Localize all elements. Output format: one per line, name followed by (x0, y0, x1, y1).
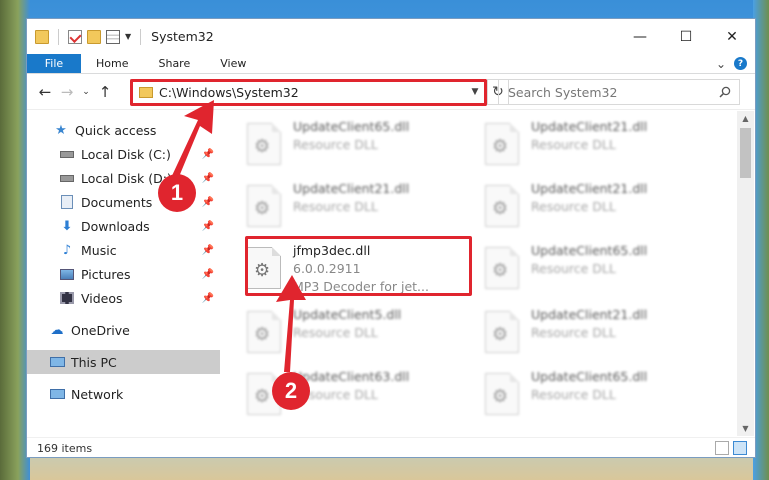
forward-button[interactable]: → (57, 80, 77, 104)
title-bar: ▼ System32 — ☐ ✕ (27, 19, 755, 54)
pin-icon[interactable]: 📌 (202, 245, 214, 256)
dll-file-icon: ⚙ (485, 123, 519, 165)
step-badge-1: 1 (158, 174, 196, 212)
documents-icon (59, 194, 75, 210)
maximize-button[interactable]: ☐ (663, 19, 709, 54)
sidebar-item-music[interactable]: ♪ Music 📌 (27, 238, 220, 262)
list-item[interactable]: ⚙ UpdateClient21.dll Resource DLL (485, 181, 705, 233)
back-button[interactable]: ← (35, 80, 55, 104)
pictures-icon (59, 266, 75, 282)
search-input[interactable]: Search System32 (498, 79, 740, 105)
network-icon (49, 386, 65, 402)
folder-icon (35, 29, 49, 44)
item-count: 169 items (37, 441, 93, 455)
tab-home[interactable]: Home (81, 54, 143, 73)
details-view-icon[interactable] (715, 441, 729, 455)
dll-file-icon: ⚙ (485, 185, 519, 227)
help-icon[interactable]: ? (734, 57, 747, 70)
search-placeholder: Search System32 (508, 84, 618, 100)
navigation-pane: ★ Quick access Local Disk (C:) 📌 Local D… (27, 111, 220, 436)
status-bar: 169 items (27, 437, 755, 458)
pin-icon[interactable]: 📌 (202, 173, 214, 184)
sidebar-item-network[interactable]: Network (27, 382, 220, 406)
dll-file-icon: ⚙ (485, 373, 519, 415)
list-item[interactable]: ⚙ UpdateClient21.dll Resource DLL (485, 119, 705, 171)
quick-access-toolbar: ▼ (27, 28, 145, 45)
search-icon[interactable] (719, 86, 731, 98)
music-icon: ♪ (62, 242, 72, 258)
tab-share[interactable]: Share (143, 54, 205, 73)
dll-file-icon: ⚙ (485, 311, 519, 353)
step-badge-2: 2 (272, 372, 310, 410)
scroll-up-icon[interactable]: ▲ (737, 111, 754, 126)
customize-toolbar-chevron-icon[interactable]: ▼ (125, 32, 131, 41)
sidebar-item-downloads[interactable]: ⬇ Downloads 📌 (27, 214, 220, 238)
recent-locations-chevron-icon[interactable]: ⌄ (79, 80, 93, 104)
list-item[interactable]: ⚙ UpdateClient65.dll Resource DLL (485, 369, 705, 421)
ribbon-tabs: File Home Share View ⌄ ? (27, 54, 755, 74)
vertical-scrollbar[interactable]: ▲ ▼ (737, 111, 754, 436)
expand-ribbon-chevron-icon[interactable]: ⌄ (716, 57, 726, 71)
pin-icon[interactable]: 📌 (202, 221, 214, 232)
pin-icon[interactable]: 📌 (202, 149, 214, 160)
list-item[interactable]: ⚙ UpdateClient21.dll Resource DLL (485, 307, 705, 359)
sidebar-item-quick-access[interactable]: ★ Quick access (27, 118, 220, 142)
download-icon: ⬇ (61, 218, 73, 234)
sidebar-item-this-pc[interactable]: This PC (27, 350, 220, 374)
cloud-icon: ☁ (50, 322, 64, 338)
new-folder-icon[interactable] (87, 29, 101, 44)
large-icons-view-icon[interactable] (733, 441, 747, 455)
toolbar-separator (58, 28, 59, 45)
tab-view[interactable]: View (205, 54, 261, 73)
up-button[interactable]: ↑ (95, 80, 115, 104)
sidebar-item-videos[interactable]: Videos 📌 (27, 286, 220, 310)
close-button[interactable]: ✕ (709, 19, 755, 54)
dll-file-icon: ⚙ (247, 311, 281, 353)
window-title: System32 (151, 29, 214, 44)
file-highlight-box (245, 236, 472, 296)
address-highlight-box-refresh (461, 79, 487, 106)
dll-file-icon: ⚙ (485, 247, 519, 289)
tab-file[interactable]: File (27, 54, 81, 73)
computer-icon (49, 354, 65, 370)
list-item[interactable]: ⚙ UpdateClient65.dll Resource DLL (247, 119, 467, 171)
sidebar-item-onedrive[interactable]: ☁ OneDrive (27, 318, 220, 342)
list-item[interactable]: ⚙ UpdateClient21.dll Resource DLL (247, 181, 467, 233)
address-highlight-box (130, 79, 487, 106)
dll-file-icon: ⚙ (247, 185, 281, 227)
sidebar-item-local-disk-c[interactable]: Local Disk (C:) 📌 (27, 142, 220, 166)
pin-icon[interactable]: 📌 (202, 197, 214, 208)
file-explorer-window: ▼ System32 — ☐ ✕ File Home Share View ⌄ … (26, 18, 756, 458)
minimize-button[interactable]: — (617, 19, 663, 54)
star-icon: ★ (55, 122, 67, 138)
drive-icon (59, 146, 75, 162)
videos-icon (59, 290, 75, 306)
list-item[interactable]: ⚙ UpdateClient5.dll Resource DLL (247, 307, 467, 359)
drive-icon (59, 170, 75, 186)
scroll-down-icon[interactable]: ▼ (737, 421, 754, 436)
pin-icon[interactable]: 📌 (202, 293, 214, 304)
dll-file-icon: ⚙ (247, 123, 281, 165)
toolbar-separator (140, 28, 142, 45)
list-item[interactable]: ⚙ UpdateClient65.dll Resource DLL (485, 243, 705, 295)
properties-check-icon[interactable] (68, 29, 82, 44)
pin-icon[interactable]: 📌 (202, 269, 214, 280)
scroll-thumb[interactable] (740, 128, 751, 178)
rename-icon[interactable] (106, 29, 120, 44)
sidebar-item-pictures[interactable]: Pictures 📌 (27, 262, 220, 286)
